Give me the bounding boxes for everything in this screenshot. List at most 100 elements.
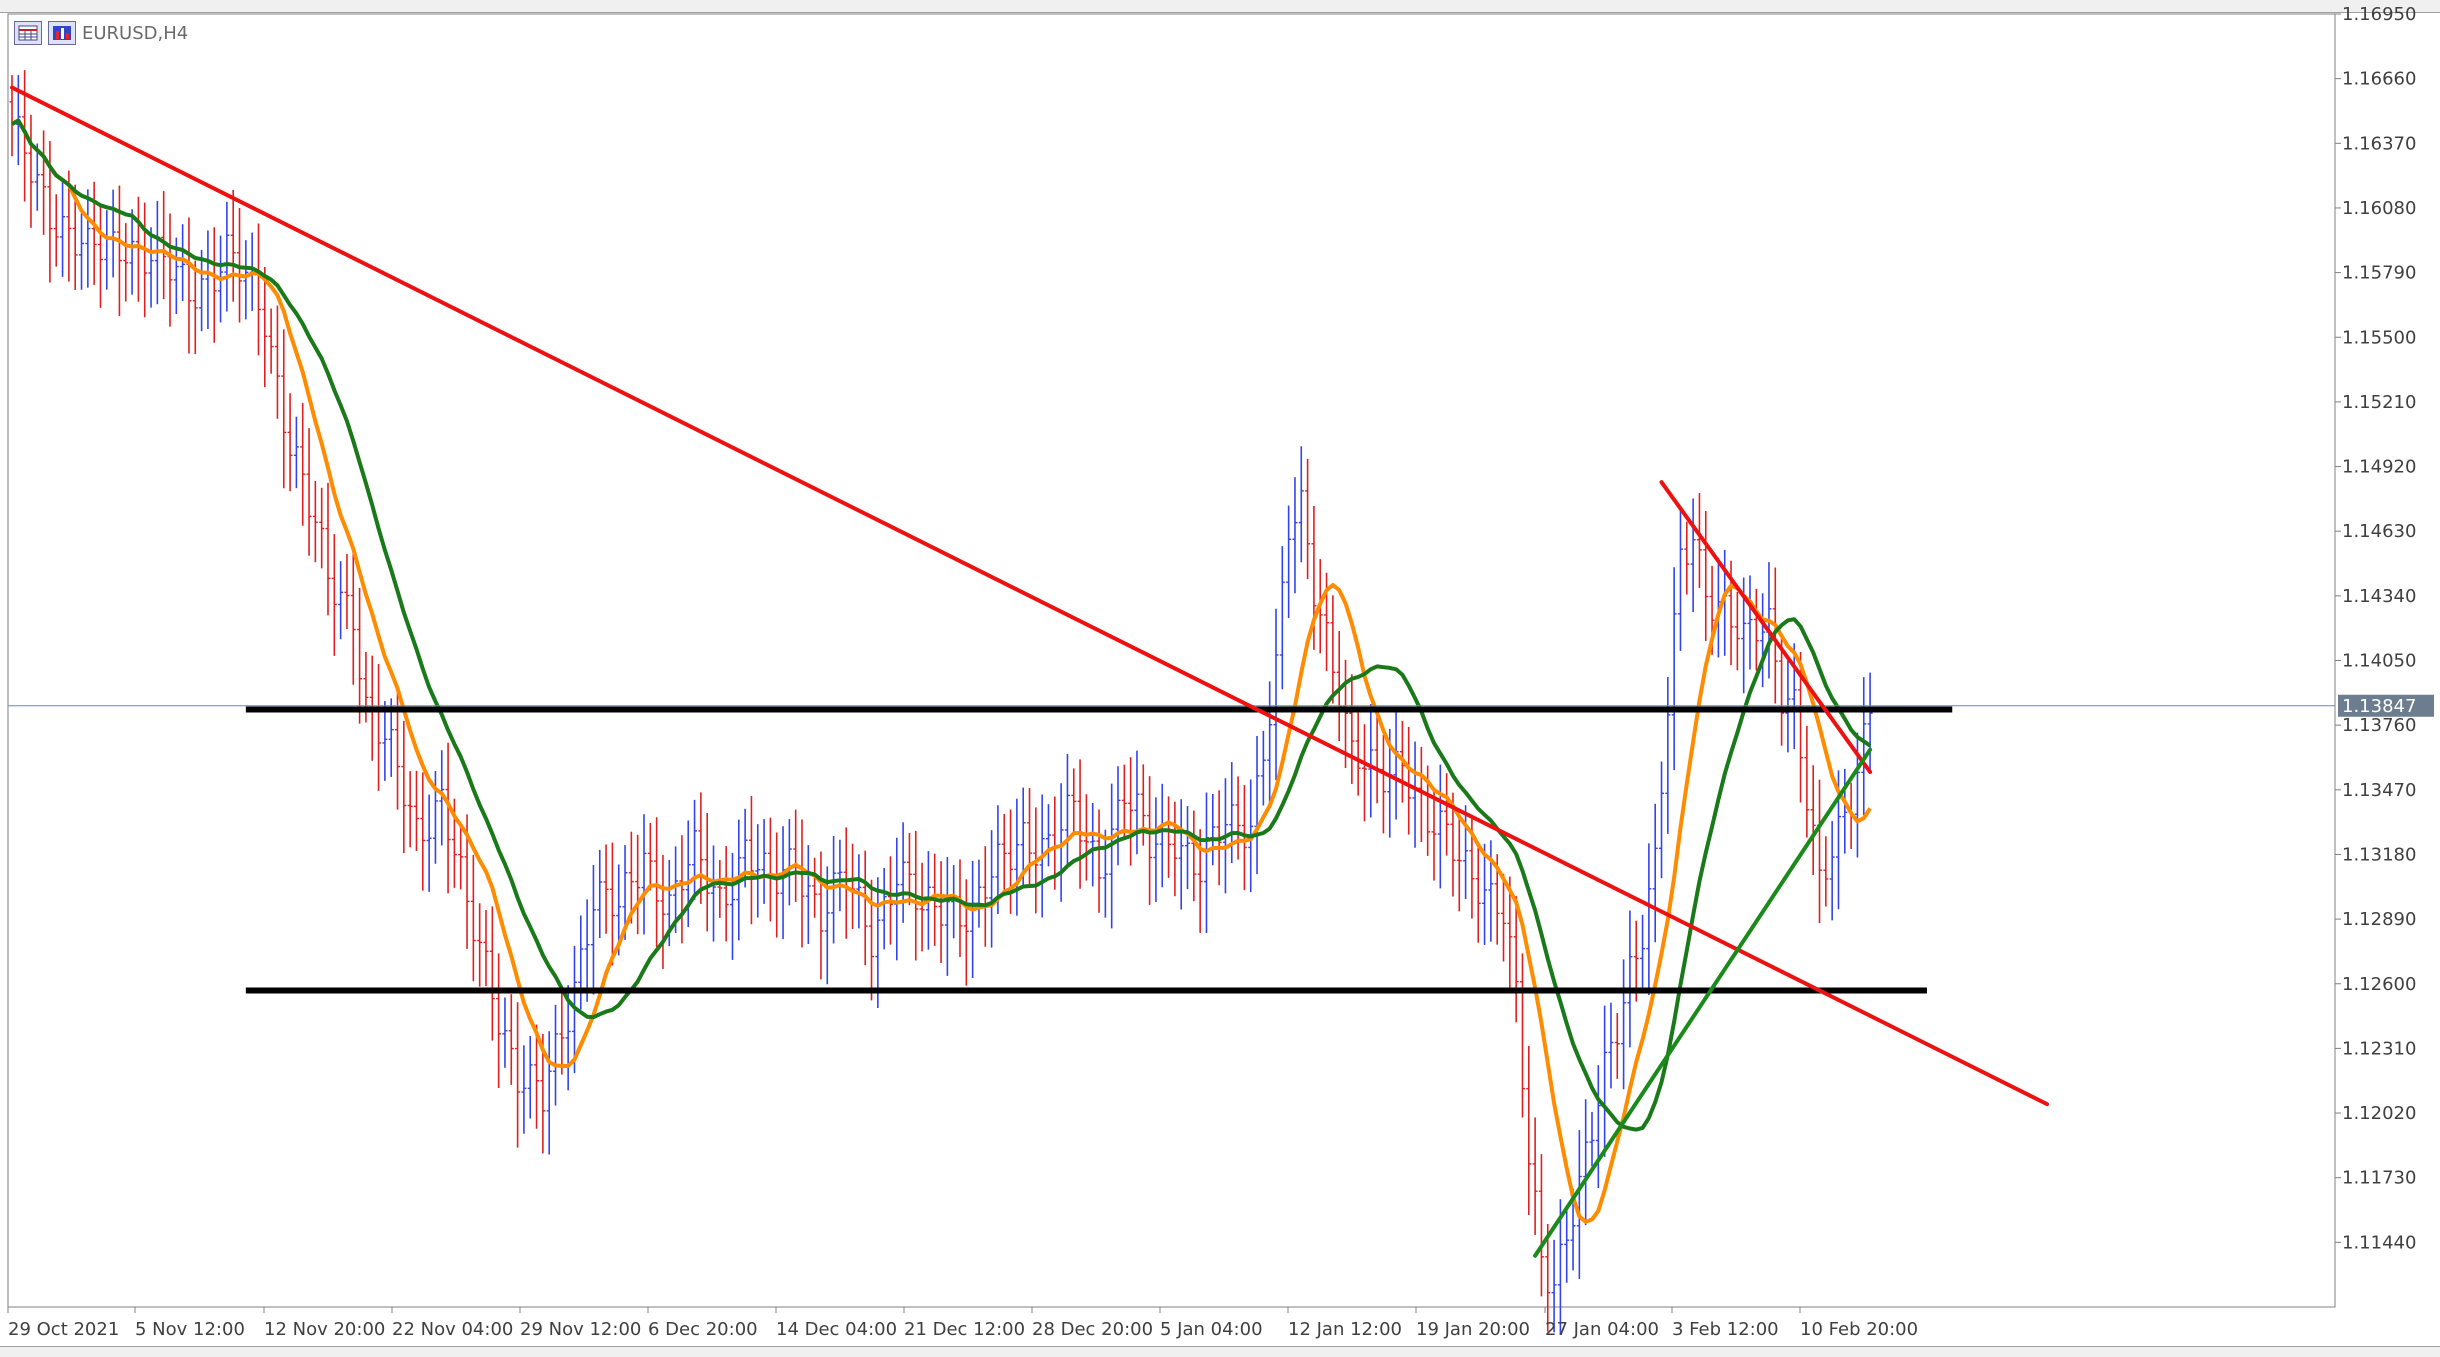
candle	[590, 865, 596, 995]
x-tick-label: 27 Jan 04:00	[1545, 1319, 1659, 1340]
candle	[1045, 804, 1051, 867]
candle	[483, 909, 489, 987]
candle	[477, 903, 483, 987]
candle	[1665, 677, 1671, 834]
candle	[654, 817, 660, 947]
candle	[1532, 1117, 1538, 1235]
candle	[508, 994, 514, 1085]
y-tick-label: 1.14340	[2342, 586, 2416, 607]
short-downtrend-line	[1659, 480, 1873, 774]
candle	[1083, 794, 1089, 881]
y-tick-label: 1.15500	[2342, 327, 2416, 348]
candle	[1621, 959, 1627, 1090]
candle	[723, 846, 729, 942]
candle	[1538, 1154, 1544, 1297]
price-chart[interactable]: 1.16950 1.16660 1.16370 1.16080 1.15790 1.155…	[0, 0, 2440, 1356]
candle	[123, 223, 129, 302]
candle	[1690, 498, 1696, 613]
candle	[1090, 803, 1096, 887]
candle	[470, 854, 476, 982]
candle	[1595, 1065, 1601, 1188]
candle	[186, 217, 192, 354]
candle	[1071, 768, 1077, 833]
candle	[458, 826, 464, 890]
candle	[559, 990, 565, 1075]
candle	[1519, 953, 1525, 1118]
candle	[786, 819, 792, 906]
candle	[989, 830, 995, 948]
candle	[767, 817, 773, 922]
chart-window[interactable]: 1.16950 1.16660 1.16370 1.16080 1.15790 1.155…	[0, 0, 2440, 1357]
candle	[1361, 724, 1367, 822]
candle	[1027, 788, 1033, 887]
chart-title: EURUSD,H4	[82, 22, 189, 44]
candle	[142, 202, 148, 318]
candle	[1640, 914, 1646, 993]
ma-fast-line	[11, 118, 1872, 1224]
candle	[255, 223, 261, 356]
x-tick-label: 14 Dec 04:00	[776, 1319, 897, 1340]
candle	[1444, 773, 1450, 856]
moving-averages-layer	[11, 118, 1872, 1224]
table-chart-icon[interactable]	[14, 21, 42, 45]
candle	[717, 860, 723, 918]
candle	[780, 826, 786, 940]
candle	[850, 843, 856, 930]
candle	[1671, 567, 1677, 771]
candle	[1229, 762, 1235, 864]
candle	[1804, 725, 1810, 838]
candle	[761, 819, 767, 904]
candle	[28, 114, 34, 228]
candle	[1526, 1045, 1532, 1216]
candle	[97, 203, 103, 308]
x-tick-label: 12 Nov 20:00	[264, 1319, 385, 1340]
candle	[970, 860, 976, 979]
candle	[1677, 507, 1683, 651]
candle	[1684, 521, 1690, 595]
candle	[426, 794, 432, 892]
candle	[1292, 477, 1298, 594]
candle	[1096, 809, 1102, 913]
candle	[230, 189, 236, 302]
candle	[603, 844, 609, 934]
x-tick-label: 6 Dec 20:00	[648, 1319, 758, 1340]
y-tick-label: 1.14630	[2342, 521, 2416, 542]
candle	[578, 915, 584, 1010]
candle	[660, 854, 666, 969]
candle	[268, 308, 274, 374]
candle	[243, 240, 249, 320]
y-tick-label: 1.14050	[2342, 651, 2416, 672]
candle	[1191, 810, 1197, 902]
candle	[1861, 677, 1867, 816]
candle	[293, 416, 299, 489]
drawings-layer	[8, 85, 2335, 1258]
candle	[79, 213, 85, 290]
candle	[1583, 1099, 1589, 1226]
candle	[729, 852, 735, 960]
candle	[976, 859, 982, 928]
candle	[774, 832, 780, 938]
candle	[116, 185, 122, 317]
candle	[1602, 1005, 1608, 1157]
candle	[1121, 764, 1127, 838]
candle	[1267, 681, 1273, 805]
y-tick-label: 1.11730	[2342, 1168, 2416, 1189]
candle	[357, 587, 363, 724]
candle	[420, 772, 426, 891]
candle	[413, 770, 419, 851]
candle	[837, 839, 843, 912]
candle	[1298, 446, 1304, 563]
y-tick-label: 1.12310	[2342, 1038, 2416, 1059]
candle	[1437, 764, 1443, 889]
bar-chart-icon[interactable]	[48, 21, 76, 45]
candle	[1785, 656, 1791, 753]
candle	[1393, 707, 1399, 820]
candle	[869, 879, 875, 1001]
candle	[1349, 674, 1355, 784]
candle	[496, 953, 502, 1088]
candle	[647, 823, 653, 891]
candle	[135, 196, 141, 302]
candle	[1330, 595, 1336, 704]
candle	[1305, 458, 1311, 580]
y-tick-label: 1.16950	[2342, 4, 2416, 25]
